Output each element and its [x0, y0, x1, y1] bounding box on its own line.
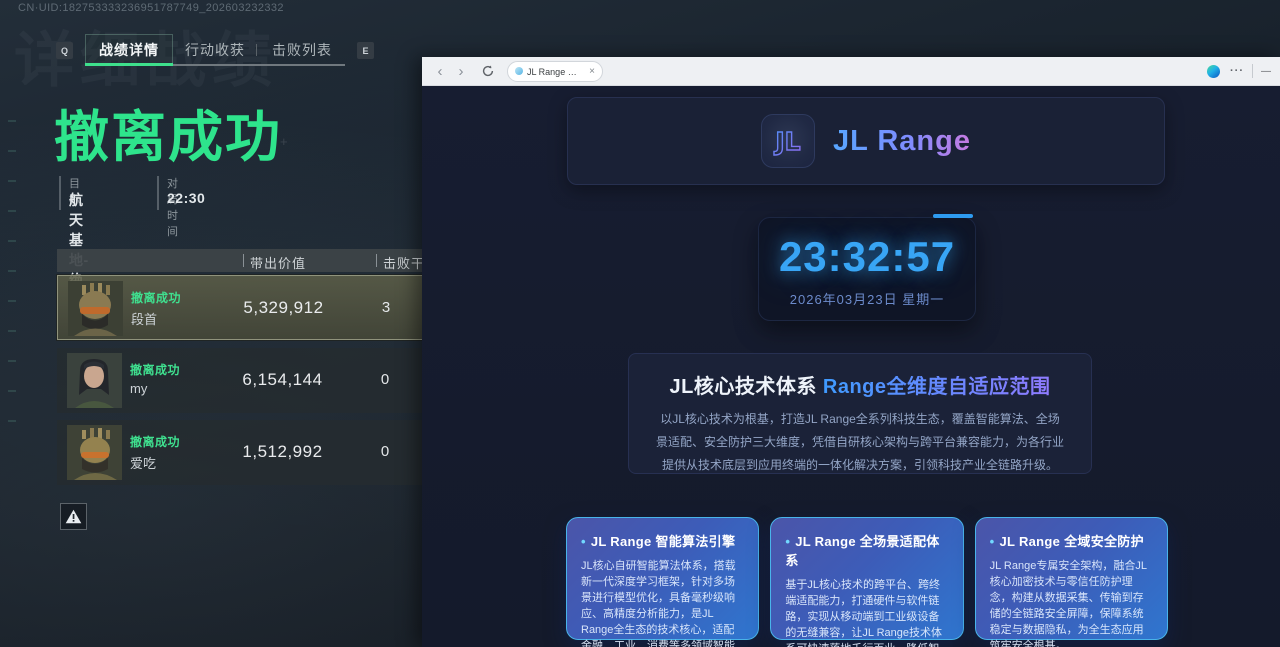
info-divider [59, 176, 61, 210]
reload-icon [482, 65, 494, 77]
feature-card-security: •JL Range 全域安全防护 JL Range专属安全架构，融合JL核心加密… [975, 517, 1168, 640]
jl-logo: JL [761, 114, 815, 168]
match-time-label: 对局时间 [167, 175, 179, 239]
avatar [67, 353, 122, 408]
favicon [515, 67, 523, 75]
intro-section-card: JL核心技术体系 Range全维度自适应范围 以JL核心技术为根基，打造JL R… [628, 353, 1092, 474]
report-warning-button[interactable] [60, 503, 87, 530]
tab-label: 击败列表 [272, 40, 332, 60]
section-title-main: JL核心技术体系 [669, 376, 816, 398]
back-button[interactable]: ‹ [431, 62, 449, 80]
tab-kill-list[interactable]: 击败列表 [272, 41, 332, 59]
feature-card-algorithm: •JL Range 智能算法引擎 JL核心自研智能算法体系，搭载新一代深度学习框… [566, 517, 759, 640]
brand-header-card: JL JL Range [567, 97, 1165, 185]
kill-count: 0 [360, 443, 410, 460]
kill-count: 0 [360, 371, 410, 388]
tab-action-rewards[interactable]: 行动收获 [185, 41, 245, 59]
hotkey-e-badge: E [357, 42, 374, 59]
tab-bar-line [173, 64, 345, 66]
screen: CN·UID:182753333236951787749_20260323233… [0, 0, 1280, 647]
header-tick [243, 254, 244, 267]
section-title-accent: Range全维度自适应范围 [823, 376, 1051, 398]
feature-cards-row: •JL Range 智能算法引擎 JL核心自研智能算法体系，搭载新一代深度学习框… [566, 517, 1168, 640]
feature-card-title: •JL Range 全场景适配体系 [785, 531, 948, 569]
player-name: my [130, 381, 147, 396]
edge-logo-icon[interactable] [1207, 65, 1220, 78]
decorative-ruler [8, 120, 16, 440]
avatar [67, 425, 122, 480]
feature-card-body: JL核心自研智能算法体系，搭载新一代深度学习框架，针对多场景进行模型优化，具备毫… [581, 558, 744, 647]
feature-card-body: JL Range专属安全架构，融合JL核心加密技术与零信任防护理念，构建从数据采… [990, 558, 1153, 647]
row-status: 撤离成功 [130, 433, 180, 450]
browser-window: ‹ › JL Range 智领科技新... × ··· — [422, 57, 1280, 647]
row-status: 撤离成功 [130, 361, 180, 378]
info-divider [157, 176, 159, 210]
bullet-icon: • [785, 534, 790, 549]
forward-button[interactable]: › [452, 62, 470, 80]
kill-count: 3 [361, 299, 411, 316]
brand-title: JL Range [833, 125, 971, 158]
browser-toolbar: ‹ › JL Range 智领科技新... × ··· — [422, 57, 1280, 86]
clock-card: 23:32:57 2026年03月23日 星期一 [758, 217, 976, 321]
header-tick [376, 254, 377, 267]
feature-card-body: 基于JL核心技术的跨平台、跨终端适配能力，打通硬件与软件链路，实现从移动端到工业… [785, 577, 948, 647]
result-title: 撤离成功 [54, 92, 282, 172]
feature-card-adaptation: •JL Range 全场景适配体系 基于JL核心技术的跨平台、跨终端适配能力，打… [770, 517, 963, 640]
tab-label: 行动收获 [185, 40, 245, 60]
player-name: 爱吃 [130, 453, 156, 472]
active-tab-underline [85, 63, 173, 66]
feature-card-title: •JL Range 全域安全防护 [990, 531, 1153, 550]
feature-card-title: •JL Range 智能算法引擎 [581, 531, 744, 550]
minimize-icon[interactable]: — [1261, 66, 1271, 77]
extract-value: 6,154,144 [205, 370, 360, 390]
extract-value: 1,512,992 [205, 442, 360, 462]
section-title: JL核心技术体系 Range全维度自适应范围 [629, 370, 1091, 399]
bullet-icon: • [990, 534, 995, 549]
tab-battle-details[interactable]: 战绩详情 [85, 34, 173, 65]
match-time-value: 22:30 [167, 190, 205, 206]
tab-title: JL Range 智领科技新... [527, 65, 585, 78]
more-menu-icon[interactable]: ··· [1230, 65, 1244, 77]
hotkey-q-badge: Q [56, 42, 73, 59]
player-name: 段首 [131, 309, 157, 328]
clock-time: 23:32:57 [759, 233, 975, 281]
row-status: 撤离成功 [131, 289, 181, 306]
tab-label: 战绩详情 [99, 40, 159, 60]
extract-value: 5,329,912 [206, 298, 361, 318]
warning-icon [65, 509, 82, 524]
section-body: 以JL核心技术为根基，打造JL Range全系列科技生态，覆盖智能算法、全场景适… [655, 408, 1065, 476]
reload-button[interactable] [479, 62, 497, 80]
avatar [68, 281, 123, 336]
tab-separator [256, 44, 257, 56]
clock-date: 2026年03月23日 星期一 [759, 289, 975, 308]
svg-text:JL: JL [773, 127, 800, 156]
col-value-header: 带出价值 [250, 253, 306, 272]
jl-range-page: JL JL Range 23:32:57 2026年03月23日 星期一 JL核… [422, 86, 1280, 647]
toolbar-divider [1252, 64, 1253, 78]
browser-tab[interactable]: JL Range 智领科技新... × [507, 61, 603, 82]
close-tab-icon[interactable]: × [589, 66, 595, 77]
clock-accent-bar [933, 214, 973, 218]
bullet-icon: • [581, 534, 586, 549]
